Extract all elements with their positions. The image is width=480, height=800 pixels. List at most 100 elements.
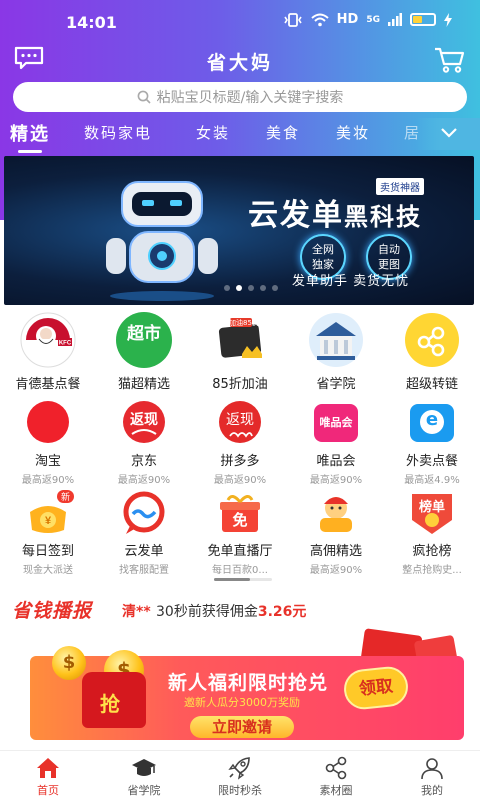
banner-pagination	[224, 285, 278, 291]
ranking-icon-text: 榜单	[418, 500, 445, 515]
chevron-down-icon[interactable]	[440, 124, 458, 140]
tab-label: 省学院	[127, 784, 161, 797]
banner-dot[interactable]	[260, 285, 266, 291]
fuel-card-icon-text: 加油85折	[229, 319, 259, 327]
tab-academy[interactable]: 省学院	[104, 756, 184, 798]
tab-flash-sale[interactable]: 限时秒杀	[200, 756, 280, 798]
user-icon	[421, 758, 443, 780]
banner-badge-exclusive-line1: 全网	[312, 243, 334, 256]
search-input[interactable]: 粘贴宝贝标题/输入关键字搜索	[13, 82, 467, 112]
grid-item-taobao[interactable]: 淘宝 最高返90%	[0, 400, 96, 486]
cart-icon[interactable]	[434, 46, 466, 74]
grid-item-jd[interactable]: 返现 京东 最高返90%	[96, 400, 192, 486]
vibrate-icon	[284, 12, 302, 27]
category-tab-food[interactable]: 美食	[266, 122, 300, 143]
banner-title-a: 云发单	[248, 198, 344, 233]
free-gift-icon-text: 免	[232, 511, 248, 529]
pdd-icon-text: 返现	[226, 412, 254, 428]
grid-scroll-indicator	[214, 578, 272, 581]
tmall-supermarket-icon: 超市	[116, 312, 172, 368]
new-user-promo-banner[interactable]: $ $ 抢 新人福利限时抢兑 邀新人瓜分3000万奖励 立即邀请 领取	[30, 628, 464, 748]
signin-icon: ¥ 新	[20, 490, 76, 546]
tab-label: 限时秒杀	[218, 784, 262, 797]
vip-icon: 唯品会	[308, 400, 364, 456]
signin-badge: 新	[56, 490, 74, 503]
grid-item-vip[interactable]: 唯品会 唯品会 最高返90%	[288, 400, 384, 486]
status-time: 14:01	[66, 13, 117, 32]
svg-text:¥: ¥	[45, 515, 52, 527]
grid-sub: 最高返90%	[309, 565, 363, 576]
charging-icon	[444, 12, 452, 27]
search-placeholder: 粘贴宝贝标题/输入关键字搜索	[156, 90, 344, 106]
invite-now-button[interactable]: 立即邀请	[190, 716, 294, 738]
grid-item-kfc[interactable]: KFC 肯德基点餐	[0, 312, 96, 392]
robot-illustration	[106, 181, 218, 301]
vip-icon-text: 唯品会	[319, 416, 353, 429]
share-circle-icon	[325, 756, 347, 780]
category-tab-beauty[interactable]: 美妆	[336, 122, 370, 143]
banner-title-b: 黑科技	[344, 203, 422, 231]
category-tab-womens[interactable]: 女装	[196, 122, 230, 143]
ticker-user: 清**	[122, 604, 151, 620]
network-label: HD	[336, 12, 359, 27]
grid-item-cloud-send[interactable]: 云发单 找客服配置	[96, 490, 192, 576]
promo-banner[interactable]: 卖货神器 云发单黑科技 全网 独家 自动 更图 发单助手 卖货无忧	[4, 156, 474, 305]
grid-sub: 最高返90%	[309, 475, 363, 486]
status-bar: 14:01 HD 5G	[0, 0, 480, 44]
category-tabs: 精选 数码家电 女装 美食 美妆 居	[0, 118, 480, 153]
grid-sub: 最高返90%	[21, 475, 75, 486]
status-icons: HD 5G	[283, 12, 452, 27]
share-link-icon	[404, 312, 460, 368]
grid-item-free-live[interactable]: 免 免单直播厅 每日百款0...	[192, 490, 288, 576]
savings-ticker[interactable]: 省钱播报 清** 30秒前获得佣金3.26元	[0, 594, 480, 624]
top-bar: 省大妈	[0, 44, 480, 80]
promo-subtitle: 邀新人瓜分3000万奖励	[184, 696, 300, 709]
promo-bag-label: 抢	[100, 692, 120, 716]
grid-label: 肯德基点餐	[15, 377, 81, 392]
pdd-icon: 返现	[212, 400, 268, 456]
banner-badge-auto-line1: 自动	[378, 243, 400, 256]
ticker-text: 30秒前获得佣金3.26元	[156, 601, 306, 621]
banner-dot[interactable]	[224, 285, 230, 291]
banner-dot[interactable]	[272, 285, 278, 291]
graduation-cap-icon	[132, 759, 156, 776]
grid-item-fuel[interactable]: 加油85折 85折加油	[192, 312, 288, 392]
coin-icon: $	[52, 646, 86, 680]
tmall-supermarket-icon-text: 超市	[127, 324, 161, 344]
banner-dot[interactable]	[236, 285, 242, 291]
home-icon	[37, 758, 59, 778]
ticker-logo: 省钱播报	[12, 600, 93, 622]
eleme-icon: e	[404, 400, 460, 456]
tab-home[interactable]: 首页	[8, 756, 88, 798]
grid-sub: 找客服配置	[119, 565, 169, 576]
grid-sub: 现金大派送	[23, 565, 73, 576]
grid-label: 猫超精选	[117, 377, 170, 392]
taobao-icon	[20, 400, 76, 456]
grid-item-pdd[interactable]: 返现 拼多多 最高返90%	[192, 400, 288, 486]
fuel-card-icon: 加油85折	[212, 312, 268, 368]
ticker-message: 30秒前获得佣金	[156, 604, 258, 620]
banner-title: 云发单黑科技	[248, 190, 422, 234]
jd-icon-text: 返现	[130, 412, 158, 428]
grid-item-tmall-supermarket[interactable]: 超市 猫超精选	[96, 312, 192, 392]
signal-icon	[388, 13, 402, 26]
battery-icon	[410, 13, 436, 26]
tab-materials[interactable]: 素材圈	[296, 756, 376, 798]
rocket-icon	[228, 757, 250, 780]
category-tab-electronics[interactable]: 数码家电	[84, 122, 152, 143]
banner-subtitle: 发单助手 卖货无忧	[292, 274, 410, 289]
banner-dot[interactable]	[248, 285, 254, 291]
wifi-icon	[311, 13, 329, 26]
free-gift-icon: 免	[212, 490, 268, 546]
grid-item-share-link[interactable]: 超级转链	[384, 312, 480, 392]
tab-profile[interactable]: 我的	[392, 756, 472, 798]
grid-label: 85折加油	[212, 377, 268, 392]
category-tab-featured[interactable]: 精选	[10, 120, 50, 153]
app-title: 省大妈	[206, 52, 273, 74]
grid-item-ranking[interactable]: 榜单 疯抢榜 整点抢购史...	[384, 490, 480, 576]
grid-item-academy[interactable]: 省学院	[288, 312, 384, 392]
grid-item-signin[interactable]: ¥ 新 每日签到 现金大派送	[0, 490, 96, 576]
grid-item-eleme[interactable]: e 外卖点餐 最高返4.9%	[384, 400, 480, 486]
grid-item-high-commission[interactable]: 高佣精选 最高返90%	[288, 490, 384, 576]
signal-label: 5G	[366, 14, 380, 25]
